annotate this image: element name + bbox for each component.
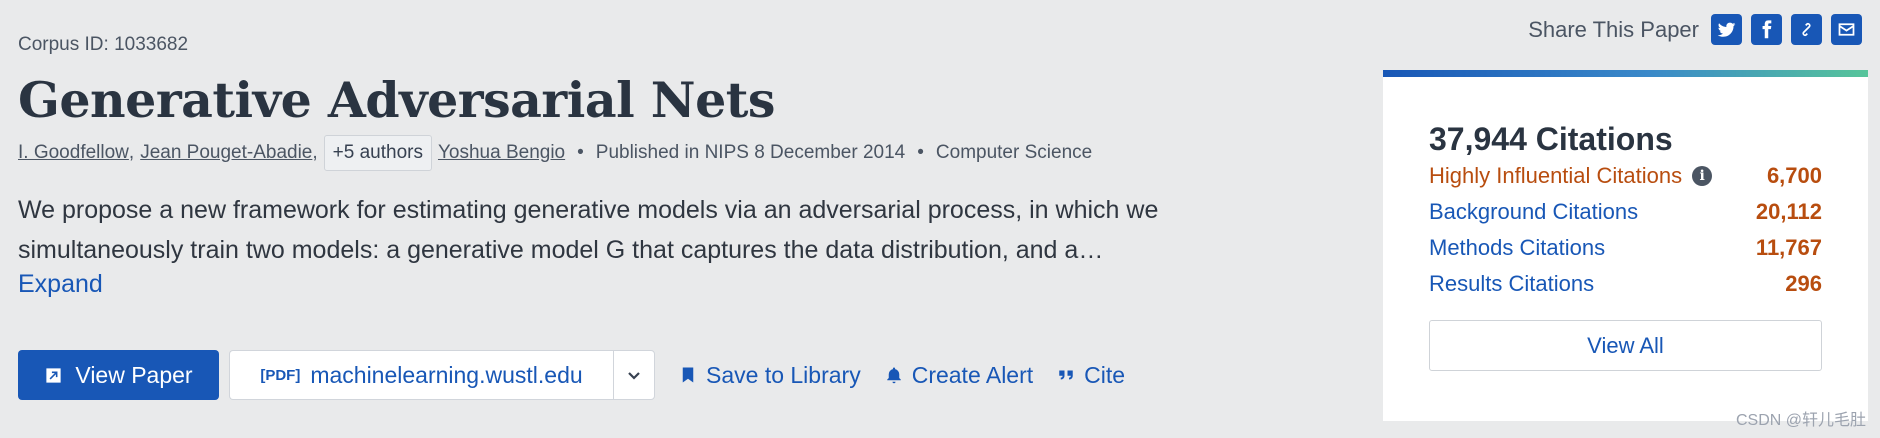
publication-info: Published in NIPS 8 December 2014	[595, 142, 906, 163]
email-icon	[1838, 23, 1855, 36]
save-label: Save to Library	[706, 361, 861, 388]
citation-row: Highly Influential Citations i 6,700	[1429, 158, 1822, 194]
paper-title: Generative Adversarial Nets	[18, 71, 775, 129]
results-citations-link[interactable]: Results Citations	[1429, 271, 1594, 297]
email-share-button[interactable]	[1831, 14, 1862, 45]
highly-influential-citations-link[interactable]: Highly Influential Citations i	[1429, 163, 1713, 189]
citation-count: 20,112	[1755, 199, 1822, 224]
meta-separator: •	[917, 142, 924, 163]
source-selector: [PDF] machinelearning.wustl.edu	[229, 350, 655, 400]
citation-row: Methods Citations 11,767	[1429, 230, 1822, 266]
view-paper-label: View Paper	[75, 361, 193, 388]
pdf-tag: [PDF]	[260, 366, 301, 384]
citation-label: Highly Influential Citations	[1429, 163, 1683, 188]
cite-button[interactable]: Cite	[1057, 362, 1125, 389]
view-paper-button[interactable]: View Paper	[18, 350, 219, 400]
bookmark-icon	[682, 367, 694, 383]
expand-abstract-link[interactable]: Expand	[18, 270, 103, 299]
background-citations-link[interactable]: Background Citations	[1429, 199, 1638, 225]
citations-total: 37,944 Citations	[1429, 121, 1673, 157]
chevron-down-icon	[628, 372, 640, 380]
citation-row: Results Citations 296	[1429, 266, 1822, 302]
paper-meta: I. Goodfellow, Jean Pouget-Abadie, +5 au…	[18, 134, 1218, 172]
author-separator: ,	[128, 142, 135, 163]
quote-icon	[1059, 370, 1073, 380]
corpus-id: Corpus ID: 1033682	[18, 34, 189, 55]
author-link[interactable]: I. Goodfellow	[18, 142, 129, 164]
author-separator: ,	[312, 142, 318, 163]
share-row: Share This Paper	[1528, 14, 1862, 45]
field-of-study: Computer Science	[935, 142, 1093, 163]
pdf-source-button[interactable]: [PDF] machinelearning.wustl.edu	[229, 350, 613, 400]
facebook-icon	[1762, 20, 1772, 39]
more-authors-button[interactable]: +5 authors	[323, 135, 432, 171]
author-link[interactable]: Jean Pouget-Abadie	[140, 142, 312, 164]
link-icon	[1802, 23, 1811, 36]
info-icon[interactable]: i	[1692, 166, 1713, 186]
methods-citations-link[interactable]: Methods Citations	[1429, 235, 1605, 261]
external-link-icon	[46, 367, 62, 383]
create-alert-button[interactable]: Create Alert	[885, 362, 1033, 389]
watermark: CSDN @轩儿毛肚	[1735, 412, 1866, 429]
author-link[interactable]: Yoshua Bengio	[438, 142, 565, 164]
abstract-text: We propose a new framework for estimatin…	[18, 196, 1159, 264]
meta-separator: •	[577, 142, 584, 163]
share-label: Share This Paper	[1528, 16, 1699, 42]
citation-count: 6,700	[1766, 163, 1822, 188]
alert-label: Create Alert	[911, 361, 1034, 388]
twitter-icon	[1717, 22, 1736, 37]
bell-icon	[886, 367, 901, 384]
twitter-share-button[interactable]	[1711, 14, 1742, 45]
view-all-citations-button[interactable]: View All	[1429, 320, 1822, 371]
source-dropdown-button[interactable]	[613, 350, 655, 400]
citation-count: 11,767	[1755, 235, 1822, 260]
citation-row: Background Citations 20,112	[1429, 194, 1822, 230]
citations-card: 37,944 Citations Highly Influential Cita…	[1383, 70, 1868, 421]
source-domain: machinelearning.wustl.edu	[310, 361, 583, 388]
paper-actions: View Paper [PDF] machinelearning.wustl.e…	[18, 350, 1125, 400]
cite-label: Cite	[1084, 361, 1126, 388]
citation-count: 296	[1785, 271, 1822, 296]
paper-header: Corpus ID: 1033682 Generative Adversaria…	[18, 30, 1218, 299]
copy-link-button[interactable]	[1791, 14, 1822, 45]
facebook-share-button[interactable]	[1751, 14, 1782, 45]
save-to-library-button[interactable]: Save to Library	[679, 362, 861, 389]
